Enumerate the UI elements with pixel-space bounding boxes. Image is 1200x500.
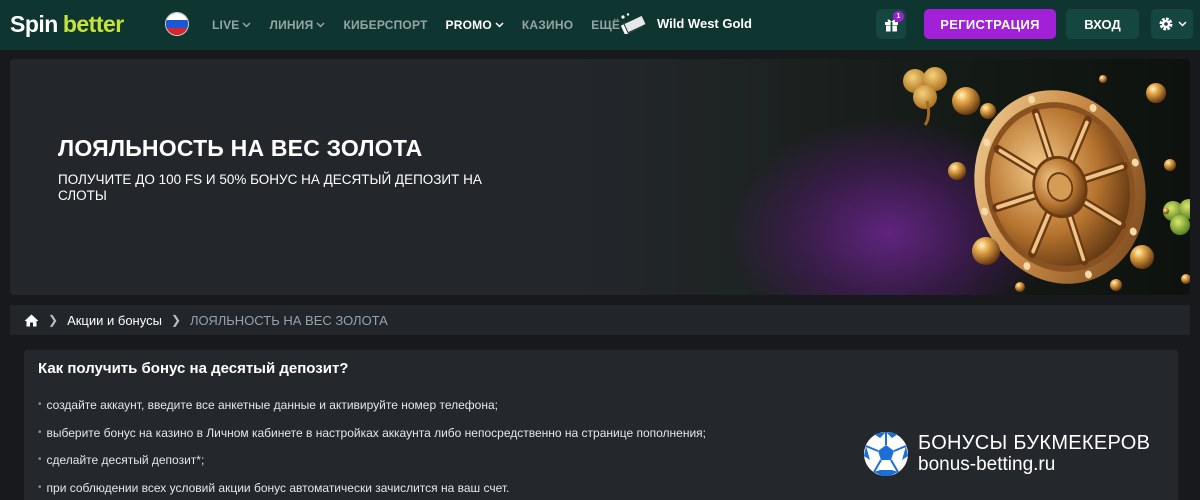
breadcrumb-link-promotions[interactable]: Акции и бонусы — [67, 313, 162, 328]
list-item: • сделайте десятый депозит*; — [38, 453, 205, 467]
step-text: создайте аккаунт, введите все анкетные д… — [46, 398, 498, 412]
promo-game-label: Wild West Gold — [657, 15, 752, 31]
gift-button[interactable]: 1 — [876, 9, 906, 39]
logo-part-better: better — [62, 11, 124, 37]
banner-title: ЛОЯЛЬНОСТЬ НА ВЕС ЗОЛОТА — [58, 135, 423, 161]
language-flag-icon[interactable] — [165, 12, 189, 36]
steps-list: • создайте аккаунт, введите все анкетные … — [38, 398, 706, 500]
chevron-right-icon: ❯ — [170, 313, 181, 327]
gift-count-badge: 1 — [893, 11, 904, 22]
nav-item-live[interactable]: LIVE — [212, 18, 252, 32]
details-heading: Как получить бонус на десятый депозит? — [38, 360, 349, 377]
chevron-right-icon: ❯ — [48, 313, 59, 327]
nav-item-casino[interactable]: КАЗИНО — [522, 18, 573, 32]
step-text: сделайте десятый депозит*; — [46, 453, 205, 467]
register-button[interactable]: РЕГИСТРАЦИЯ — [924, 9, 1056, 39]
top-header: Spin better LIVE ЛИНИЯ КИБЕРСПОРТ PROMO … — [0, 0, 1200, 50]
main-nav: LIVE ЛИНИЯ КИБЕРСПОРТ PROMO КАЗИНО ЕЩЁ — [212, 0, 650, 50]
login-button[interactable]: ВХОД — [1066, 9, 1139, 39]
breadcrumb-current: ЛОЯЛЬНОСТЬ НА ВЕС ЗОЛОТА — [190, 312, 388, 328]
chevron-down-icon — [316, 22, 325, 28]
home-icon[interactable] — [24, 314, 39, 327]
nav-item-label: КИБЕРСПОРТ — [343, 18, 428, 32]
list-item: • создайте аккаунт, введите все анкетные … — [38, 398, 498, 412]
watermark: БОНУСЫ БУКМЕКЕРОВ bonus-betting.ru — [862, 430, 1150, 478]
soccer-ball-icon — [864, 432, 908, 476]
step-text: выберите бонус на казино в Личном кабине… — [46, 425, 706, 440]
list-item: • при соблюдении всех условий акции бонус… — [38, 480, 510, 495]
banner-subtitle: ПОЛУЧИТЕ ДО 100 FS И 50% БОНУС НА ДЕСЯТЫ… — [58, 172, 482, 203]
golden-wheel-illustration — [903, 67, 1190, 292]
logo-part-spin: Spin — [10, 11, 58, 37]
settings-button[interactable] — [1151, 9, 1193, 39]
list-item: • выберите бонус на казино в Личном кабин… — [38, 425, 706, 440]
promo-banner: ЛОЯЛЬНОСТЬ НА ВЕС ЗОЛОТА ПОЛУЧИТЕ ДО 100… — [10, 59, 1190, 295]
breadcrumb: ❯ Акции и бонусы ❯ ЛОЯЛЬНОСТЬ НА ВЕС ЗОЛ… — [10, 305, 1190, 335]
promo-game-link[interactable]: Wild West Gold — [619, 12, 752, 34]
nav-item-line[interactable]: ЛИНИЯ — [269, 18, 325, 32]
gear-icon — [1159, 17, 1172, 31]
chevron-down-icon — [495, 22, 504, 28]
nav-item-label: LIVE — [212, 18, 240, 32]
nav-item-esports[interactable]: КИБЕРСПОРТ — [343, 18, 427, 32]
chevron-down-icon — [1177, 21, 1187, 27]
cash-icon — [621, 13, 647, 34]
nav-item-label: ЕЩЁ — [591, 18, 621, 32]
chevron-down-icon — [242, 22, 252, 28]
watermark-url: bonus-betting.ru — [918, 454, 1056, 475]
nav-item-label: КАЗИНО — [521, 18, 574, 32]
nav-item-label: PROMO — [445, 18, 492, 32]
nav-item-promo[interactable]: PROMO — [446, 18, 504, 32]
nav-item-label: ЛИНИЯ — [269, 18, 314, 32]
watermark-title: БОНУСЫ БУКМЕКЕРОВ — [918, 432, 1151, 454]
step-text: при соблюдении всех условий акции бонус … — [46, 480, 510, 495]
site-logo[interactable]: Spin better — [10, 11, 124, 38]
